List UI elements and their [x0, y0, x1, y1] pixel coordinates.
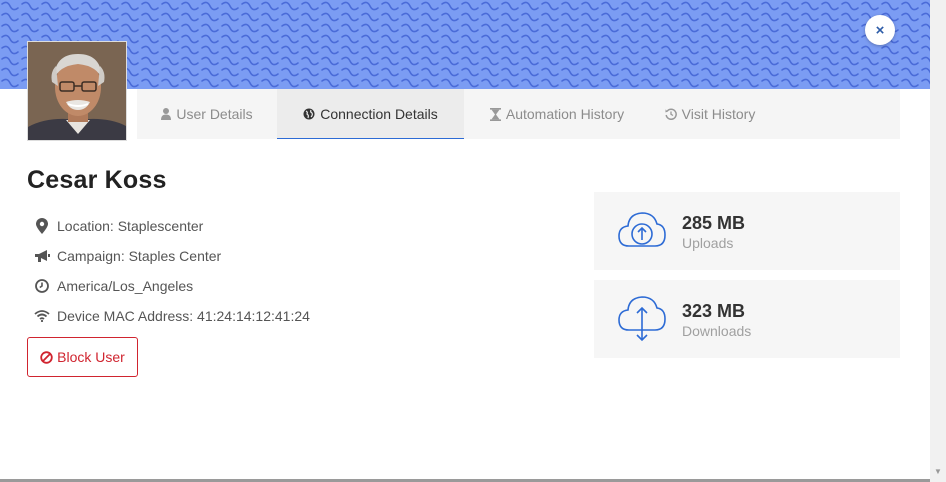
tab-automation-history[interactable]: Automation History	[464, 89, 650, 139]
hourglass-icon	[489, 107, 501, 121]
uploads-label: Uploads	[682, 235, 734, 251]
detail-tabs: User Details Connection Details Automati…	[137, 89, 900, 139]
user-icon	[161, 108, 172, 120]
tab-user-details[interactable]: User Details	[137, 89, 277, 139]
downloads-label: Downloads	[682, 323, 752, 339]
tab-connection-details[interactable]: Connection Details	[277, 89, 464, 139]
banner-wave-pattern	[0, 0, 930, 89]
downloads-value: 323 MB	[682, 301, 746, 321]
block-user-button[interactable]: Block User	[27, 337, 138, 377]
profile-banner	[0, 0, 930, 89]
history-icon	[665, 108, 677, 120]
cloud-upload-icon	[618, 212, 666, 247]
timezone-row: America/Los_Angeles	[33, 271, 310, 301]
mac-address-text: Device MAC Address: 41:24:14:12:41:24	[57, 308, 310, 324]
tab-visit-history[interactable]: Visit History	[650, 89, 770, 139]
user-photo	[28, 42, 126, 140]
cloud-updown-icon	[618, 296, 666, 342]
campaign-row: Campaign: Staples Center	[33, 241, 310, 271]
user-info-list: Location: Staplescenter Campaign: Staple…	[33, 211, 310, 331]
block-user-label: Block User	[57, 349, 125, 365]
uploads-card: 285 MB Uploads	[594, 192, 900, 270]
map-pin-icon	[33, 218, 51, 234]
user-name: Cesar Koss	[27, 166, 167, 194]
location-text: Location: Staplescenter	[57, 218, 204, 234]
ban-icon	[40, 350, 53, 364]
timezone-text: America/Los_Angeles	[57, 278, 194, 294]
scroll-down-arrow-icon[interactable]: ▼	[934, 467, 942, 476]
globe-icon	[303, 108, 315, 120]
vertical-scrollbar[interactable]: ▼	[930, 0, 946, 482]
user-detail-modal: × User Details Connection Details Automa…	[0, 0, 930, 482]
close-icon: ×	[875, 21, 885, 39]
uploads-value: 285 MB	[682, 213, 746, 233]
clock-icon	[33, 279, 51, 293]
downloads-card: 323 MB Downloads	[594, 280, 900, 358]
megaphone-icon	[33, 249, 51, 263]
close-button[interactable]: ×	[865, 15, 895, 45]
campaign-text: Campaign: Staples Center	[57, 248, 222, 264]
location-row: Location: Staplescenter	[33, 211, 310, 241]
mac-address-row: Device MAC Address: 41:24:14:12:41:24	[33, 301, 310, 331]
avatar	[27, 41, 127, 141]
wifi-icon	[33, 310, 51, 322]
